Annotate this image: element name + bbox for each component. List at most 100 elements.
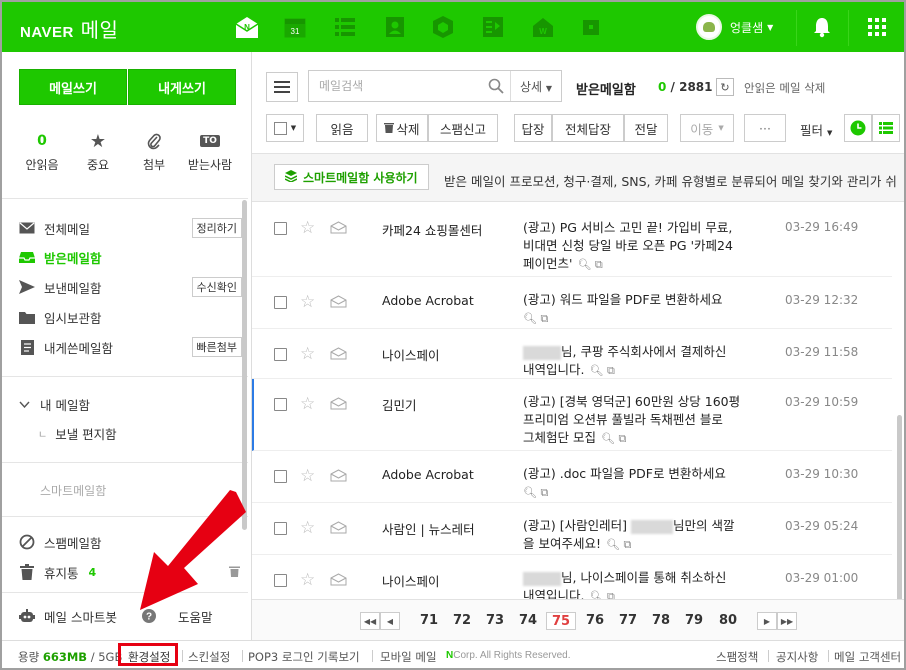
page-link[interactable]: 72 xyxy=(447,612,477,630)
envelope-icon[interactable] xyxy=(330,573,347,589)
row-checkbox[interactable] xyxy=(274,470,287,483)
home-w-icon[interactable]: W xyxy=(530,14,556,40)
current-page[interactable]: 75 xyxy=(546,612,576,630)
table-row[interactable]: ☆ 나이스페이 님, 쿠팡 주식회사에서 결제하신 내역입니다. 🔍︎ ⧉ 03-2… xyxy=(252,329,892,379)
preview-icon[interactable]: 🔍︎ ⧉ xyxy=(589,362,614,380)
preview-icon[interactable]: 🔍︎ ⧉ xyxy=(523,310,548,328)
quick-important[interactable]: ★ 중요 xyxy=(72,130,124,173)
smart-mailbox[interactable]: 스마트메일함 xyxy=(40,482,106,499)
preview-icon[interactable]: 🔍︎ ⧉ xyxy=(523,484,548,502)
last-page-button[interactable]: ▶▶ xyxy=(777,612,797,630)
mobile-mail-link[interactable]: 모바일 메일 xyxy=(380,649,437,665)
page-link[interactable]: 76 xyxy=(580,612,610,630)
star-icon[interactable]: ☆ xyxy=(300,520,315,537)
star-icon[interactable]: ☆ xyxy=(300,572,315,589)
folder-sent[interactable]: 보낸메일함 수신확인 xyxy=(18,275,244,299)
page-link[interactable]: 79 xyxy=(679,612,709,630)
star-icon[interactable]: ☆ xyxy=(300,468,315,485)
preview-icon[interactable]: 🔍︎ ⧉ xyxy=(601,430,626,448)
folder-outbox[interactable]: ㄴ 보낼 편지함 xyxy=(38,421,238,445)
star-icon[interactable]: ☆ xyxy=(300,396,315,413)
spam-policy-link[interactable]: 스팸정책 xyxy=(716,649,758,665)
move-dropdown[interactable]: 이동 ▼ xyxy=(680,114,734,142)
star-icon[interactable]: ☆ xyxy=(300,220,315,237)
page-link[interactable]: 74 xyxy=(513,612,543,630)
mail-app-icon[interactable]: N xyxy=(234,14,260,40)
calendar-icon[interactable]: 31 xyxy=(282,14,308,40)
preview-icon[interactable]: 🔍︎ ⧉ xyxy=(606,536,631,554)
memo-icon[interactable] xyxy=(578,14,604,40)
list-icon[interactable] xyxy=(332,14,358,40)
envelope-icon[interactable] xyxy=(330,469,347,485)
subject[interactable]: (광고) PG 서비스 고민 끝! 가입비 무료, 비대면 신청 당일 바로 오픈… xyxy=(523,219,773,274)
row-checkbox[interactable] xyxy=(274,398,287,411)
write-to-self-button[interactable]: 내게쓰기 xyxy=(128,69,236,105)
page-link[interactable]: 78 xyxy=(646,612,676,630)
reply-button[interactable]: 답장 xyxy=(514,114,552,142)
row-checkbox[interactable] xyxy=(274,296,287,309)
subject[interactable]: (광고) [경북 영덕군] 60만원 상당 160평 프리미엄 오션뷰 풀빌라 독… xyxy=(523,393,773,448)
sender[interactable]: Adobe Acrobat xyxy=(382,293,474,308)
notice-link[interactable]: 공지사항 xyxy=(776,649,818,665)
delete-button[interactable]: 삭제 xyxy=(376,114,428,142)
filter-dropdown[interactable]: 필터 ▼ xyxy=(800,120,832,139)
subject[interactable]: 님, 쿠팡 주식회사에서 결제하신 내역입니다. 🔍︎ ⧉ xyxy=(523,343,773,380)
folder-all-mail[interactable]: 전체메일 정리하기 xyxy=(18,216,244,240)
sender[interactable]: Adobe Acrobat xyxy=(382,467,474,482)
bell-icon[interactable] xyxy=(812,16,832,41)
table-row[interactable]: ☆ Adobe Acrobat (광고) 워드 파일을 PDF로 변환하세요 🔍︎… xyxy=(252,277,892,329)
row-checkbox[interactable] xyxy=(274,522,287,535)
row-checkbox[interactable] xyxy=(274,574,287,587)
list-scrollbar[interactable] xyxy=(897,415,902,599)
list-view-button[interactable] xyxy=(872,114,900,142)
envelope-icon[interactable] xyxy=(330,221,347,237)
naver-mail-logo[interactable]: NAVER 메일 xyxy=(20,14,118,43)
folder-self-mail[interactable]: 내게쓴메일함 빠른첨부 xyxy=(18,335,244,359)
subject[interactable]: (광고) .doc 파일을 PDF로 변환하세요 🔍︎ ⧉ xyxy=(523,465,773,502)
page-link[interactable]: 80 xyxy=(713,612,743,630)
user-menu[interactable]: 엉클샘 ▼ xyxy=(696,14,773,40)
page-link[interactable]: 73 xyxy=(480,612,510,630)
folder-drafts[interactable]: 임시보관함 xyxy=(18,305,244,329)
cube-icon[interactable] xyxy=(430,14,456,40)
next-page-button[interactable]: ▶ xyxy=(757,612,777,630)
read-receipt-button[interactable]: 수신확인 xyxy=(191,277,242,297)
envelope-icon[interactable] xyxy=(330,295,347,311)
board-icon[interactable] xyxy=(480,14,506,40)
first-page-button[interactable]: ◀◀ xyxy=(360,612,380,630)
table-row[interactable]: ☆ 나이스페이 님, 나이스페이를 통해 취소하신 내역입니다. 🔍︎ ⧉ 03-2… xyxy=(252,555,892,599)
time-view-button[interactable] xyxy=(844,114,872,142)
quick-recipient[interactable]: TO 받는사람 xyxy=(184,130,236,173)
forward-button[interactable]: 전달 xyxy=(624,114,668,142)
table-row[interactable]: ☆ 카페24 쇼핑몰센터 (광고) PG 서비스 고민 끝! 가입비 무료, 비대… xyxy=(252,203,892,277)
subject[interactable]: 님, 나이스페이를 통해 취소하신 내역입니다. 🔍︎ ⧉ xyxy=(523,569,773,599)
mark-read-button[interactable]: 읽음 xyxy=(316,114,368,142)
envelope-icon[interactable] xyxy=(330,521,347,537)
prev-page-button[interactable]: ◀ xyxy=(380,612,400,630)
reply-all-button[interactable]: 전체답장 xyxy=(552,114,624,142)
pop3-log-link[interactable]: POP3 로그인 기록보기 xyxy=(248,649,360,665)
star-icon[interactable]: ☆ xyxy=(300,346,315,363)
sender[interactable]: 사람인 | 뉴스레터 xyxy=(382,519,475,538)
report-spam-button[interactable]: 스팸신고 xyxy=(428,114,498,142)
select-all-checkbox[interactable]: ▼ xyxy=(266,114,304,142)
subject[interactable]: (광고) 워드 파일을 PDF로 변환하세요 🔍︎ ⧉ xyxy=(523,291,773,328)
quick-attach-button[interactable]: 빠른첨부 xyxy=(191,337,242,357)
organize-button[interactable]: 정리하기 xyxy=(191,218,242,238)
row-checkbox[interactable] xyxy=(274,348,287,361)
skin-settings-link[interactable]: 스킨설정 xyxy=(188,649,230,665)
enable-smart-mailbox-button[interactable]: 스마트메일함 사용하기 xyxy=(274,164,429,190)
page-link[interactable]: 77 xyxy=(613,612,643,630)
folder-inbox[interactable]: 받은메일함 xyxy=(18,245,244,269)
refresh-icon[interactable]: ↻ xyxy=(716,78,734,96)
table-row[interactable]: ☆ 사람인 | 뉴스레터 (광고) [사람인레터] 님만의 색깔 을 보여주세요!… xyxy=(252,503,892,555)
star-icon[interactable]: ☆ xyxy=(300,294,315,311)
sender[interactable]: 나이스페이 xyxy=(382,345,440,364)
envelope-icon[interactable] xyxy=(330,397,347,413)
envelope-icon[interactable] xyxy=(330,347,347,363)
menu-toggle-button[interactable] xyxy=(266,72,298,102)
preview-icon[interactable]: 🔍︎ ⧉ xyxy=(577,256,602,274)
quick-attachment[interactable]: 첨부 xyxy=(128,130,180,173)
search-detail-dropdown[interactable]: 상세 ▼ xyxy=(511,78,561,95)
quick-unread[interactable]: 0 안읽음 xyxy=(16,130,68,173)
